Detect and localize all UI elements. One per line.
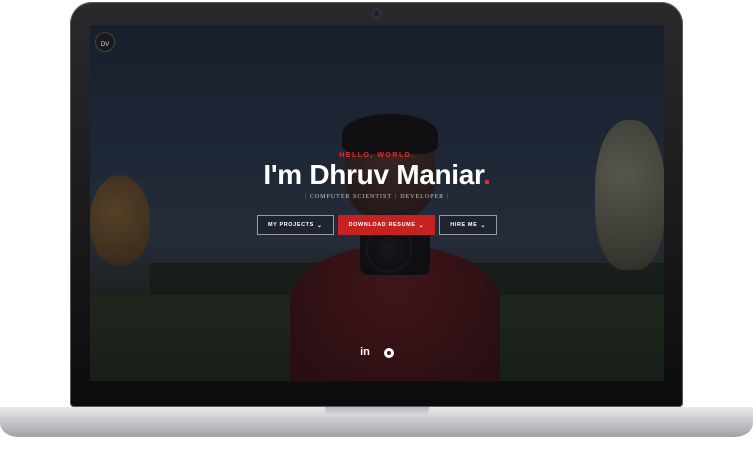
role-developer: DEVELOPER (400, 194, 445, 200)
my-projects-label: MY PROJECTS (267, 222, 314, 228)
dark-overlay (90, 25, 664, 381)
hero-title: I'm Dhruv Maniar. (90, 159, 664, 191)
role-computer-scientist: COMPUTER SCIENTIST (309, 194, 392, 200)
hero-title-text: I'm Dhruv Maniar (263, 159, 484, 190)
laptop-notch (325, 407, 429, 415)
hire-me-button[interactable]: HIRE ME ⌄ (439, 215, 498, 235)
hero-title-dot: . (483, 159, 491, 190)
linkedin-icon[interactable]: in (360, 346, 370, 358)
download-resume-label: DOWNLOAD RESUME (348, 222, 416, 228)
chevron-down-icon: ⌄ (418, 222, 425, 229)
hire-me-label: HIRE ME (450, 222, 478, 228)
github-icon[interactable] (383, 348, 394, 358)
webcam (373, 10, 380, 17)
laptop-screen: DV HELLO, WORLD. I'm Dhruv Maniar. | COMP… (90, 25, 664, 381)
chevron-down-icon: ⌄ (316, 222, 323, 229)
download-resume-button[interactable]: DOWNLOAD RESUME ⌄ (337, 215, 436, 235)
my-projects-button[interactable]: MY PROJECTS ⌄ (256, 215, 334, 235)
hero-buttons: MY PROJECTS ⌄ DOWNLOAD RESUME ⌄ HIRE ME … (90, 215, 664, 235)
site-logo[interactable]: DV (96, 33, 114, 51)
roles-line: | COMPUTER SCIENTIST | DEVELOPER | (304, 194, 450, 200)
chevron-down-icon: ⌄ (480, 222, 487, 229)
greeting-text: HELLO, WORLD. (339, 152, 415, 159)
social-links: in (90, 346, 664, 358)
